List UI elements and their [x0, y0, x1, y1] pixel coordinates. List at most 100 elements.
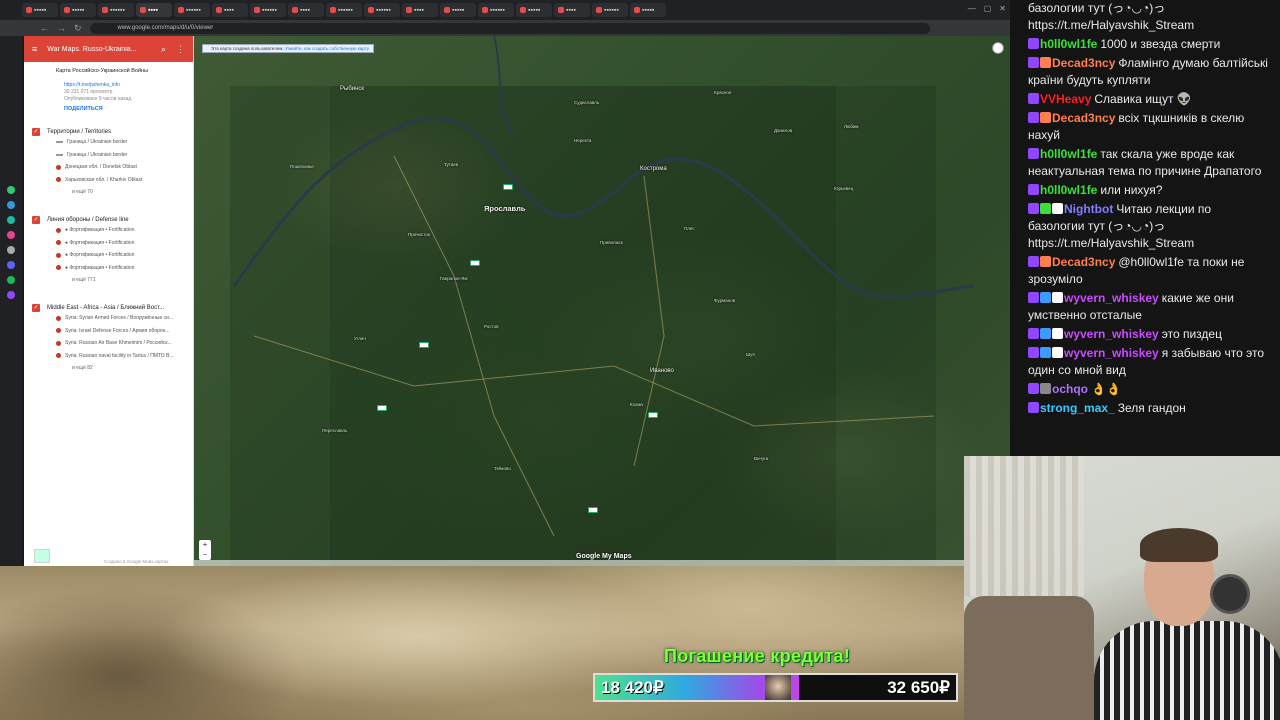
- more-vert-icon[interactable]: ⋮: [176, 44, 185, 55]
- layer-item[interactable]: Граница / Ukrainian border: [56, 136, 185, 149]
- minimize-icon[interactable]: —: [968, 4, 976, 13]
- town-label[interactable]: Нерехта: [574, 138, 591, 143]
- chat-username[interactable]: VVHeavy: [1040, 92, 1091, 106]
- town-label[interactable]: Красное: [714, 90, 731, 95]
- browser-tab[interactable]: ▪▪▪▪▪: [630, 3, 666, 17]
- zoom-out-button[interactable]: −: [199, 550, 211, 560]
- map-info-link[interactable]: https://t.me/pshenka_info: [64, 82, 185, 89]
- extension-icon[interactable]: [7, 276, 15, 284]
- town-label[interactable]: Шуя: [746, 352, 755, 357]
- layer-header[interactable]: ✓ Линия обороны / Defense line: [32, 216, 185, 224]
- browser-tab[interactable]: ▪▪▪▪▪: [440, 3, 476, 17]
- extension-icon[interactable]: [7, 291, 15, 299]
- maximize-icon[interactable]: ▢: [984, 4, 992, 13]
- browser-tab[interactable]: ▪▪▪▪▪▪: [98, 3, 134, 17]
- chat-username[interactable]: Decad3ncy: [1052, 56, 1115, 70]
- browser-tab[interactable]: ▪▪▪▪▪: [22, 3, 58, 17]
- layer-checkbox[interactable]: ✓: [32, 216, 40, 224]
- chat-username[interactable]: wyvern_whiskey: [1064, 291, 1159, 305]
- town-label[interactable]: Пошехонье: [290, 164, 314, 169]
- back-icon[interactable]: ←: [40, 23, 49, 33]
- basemap-thumbnail[interactable]: [34, 549, 50, 563]
- browser-tab[interactable]: ▪▪▪▪▪: [516, 3, 552, 17]
- chat-username[interactable]: h0ll0wl1fe: [1040, 147, 1097, 161]
- town-label[interactable]: Фурманов: [714, 298, 735, 303]
- chat-username[interactable]: strong_max_: [1040, 401, 1115, 415]
- town-label[interactable]: Кохма: [630, 402, 643, 407]
- town-label[interactable]: Углич: [354, 336, 366, 341]
- layer-item[interactable]: Syria: Israel Defense Forces / Армия обо…: [56, 325, 185, 338]
- town-label[interactable]: Приволжск: [600, 240, 623, 245]
- layer-more-link[interactable]: и ещё 771: [72, 274, 185, 286]
- layer-item[interactable]: Syria: Russian Air Base Khmeimim / Росси…: [56, 337, 185, 350]
- map-canvas[interactable]: Эта карта создана пользователем. Узнайте…: [194, 36, 1010, 566]
- url-field[interactable]: www.google.com/maps/d/u/0/viewer: [89, 22, 930, 34]
- browser-tab[interactable]: ▪▪▪▪: [402, 3, 438, 17]
- browser-tab[interactable]: ▪▪▪▪▪▪: [326, 3, 362, 17]
- town-label[interactable]: Юрьевец: [834, 186, 853, 191]
- town-label[interactable]: Плёс: [684, 226, 695, 231]
- town-label[interactable]: Судиславль: [574, 100, 599, 105]
- notice-link[interactable]: Узнайте, как создать собственную карту: [285, 46, 369, 51]
- locate-button[interactable]: [992, 42, 1004, 54]
- chat-username[interactable]: Nightbot: [1064, 202, 1113, 216]
- layer-item[interactable]: Syria: Syrian Armed Forces / Вооружённые…: [56, 312, 185, 325]
- chat-username[interactable]: h0ll0wl1fe: [1040, 183, 1097, 197]
- extension-icon[interactable]: [7, 216, 15, 224]
- browser-tab[interactable]: ▪▪▪▪▪▪: [174, 3, 210, 17]
- extension-icon[interactable]: [7, 186, 15, 194]
- browser-tab[interactable]: ▪▪▪▪: [554, 3, 590, 17]
- town-label[interactable]: Тейково: [494, 466, 511, 471]
- layer-item[interactable]: Харьковская обл. / Kharkiv Oblast: [56, 174, 185, 187]
- browser-tab[interactable]: ▪▪▪▪: [136, 3, 172, 17]
- browser-tab[interactable]: ▪▪▪▪▪▪: [250, 3, 286, 17]
- town-label[interactable]: Пречистое: [408, 232, 430, 237]
- chat-username[interactable]: wyvern_whiskey: [1064, 327, 1159, 341]
- town-label[interactable]: Данилов: [774, 128, 792, 133]
- extension-icon[interactable]: [7, 246, 15, 254]
- layer-checkbox[interactable]: ✓: [32, 304, 40, 312]
- extension-icon[interactable]: [7, 201, 15, 209]
- chat-username[interactable]: Decad3ncy: [1052, 111, 1115, 125]
- city-label[interactable]: Ярославль: [484, 204, 525, 213]
- close-icon[interactable]: ✕: [999, 4, 1006, 13]
- layer-item[interactable]: ● Фортификация • Fortification: [56, 237, 185, 250]
- layer-item[interactable]: Syria: Russian naval facility in Tartus …: [56, 350, 185, 363]
- chat-username[interactable]: h0ll0wl1fe: [1040, 37, 1097, 51]
- layer-item[interactable]: ● Фортификация • Fortification: [56, 224, 185, 237]
- chat-username[interactable]: wyvern_whiskey: [1064, 346, 1159, 360]
- town-label[interactable]: Любим: [844, 124, 859, 129]
- reload-icon[interactable]: ↻: [74, 23, 82, 34]
- town-label[interactable]: Ростов: [484, 324, 498, 329]
- search-icon[interactable]: ⌕: [161, 44, 166, 55]
- layer-header[interactable]: ✓ Middle East - Africa - Asia / Ближний В…: [32, 304, 185, 312]
- layer-item[interactable]: ● Фортификация • Fortification: [56, 249, 185, 262]
- city-label[interactable]: Иваново: [650, 368, 674, 374]
- layer-checkbox[interactable]: ✓: [32, 128, 40, 136]
- town-label[interactable]: Переславль: [322, 428, 347, 433]
- city-label[interactable]: Кострома: [640, 166, 667, 172]
- town-label[interactable]: Тутаев: [444, 162, 458, 167]
- town-label[interactable]: Вичуга: [754, 456, 768, 461]
- layer-item[interactable]: Донецкая обл. / Donetsk Oblast: [56, 161, 185, 174]
- layer-more-link[interactable]: и ещё 82: [72, 362, 185, 374]
- browser-tab[interactable]: ▪▪▪▪▪▪: [364, 3, 400, 17]
- browser-tab[interactable]: ▪▪▪▪: [212, 3, 248, 17]
- layer-more-link[interactable]: и ещё 70: [72, 186, 185, 198]
- menu-icon[interactable]: ≡: [32, 44, 37, 54]
- layer-item[interactable]: Граница / Ukrainian border: [56, 149, 185, 162]
- chat-username[interactable]: Decad3ncy: [1052, 255, 1115, 269]
- town-label[interactable]: Гаврилов-Ям: [440, 276, 468, 281]
- forward-icon[interactable]: →: [57, 23, 66, 33]
- extension-icon[interactable]: [7, 261, 15, 269]
- layer-item[interactable]: ● Фортификация • Fortification: [56, 262, 185, 275]
- browser-tab[interactable]: ▪▪▪▪▪▪: [592, 3, 628, 17]
- browser-tab[interactable]: ▪▪▪▪▪▪: [478, 3, 514, 17]
- browser-tab[interactable]: ▪▪▪▪▪: [60, 3, 96, 17]
- layer-header[interactable]: ✓ Территории / Territories: [32, 128, 185, 136]
- chat-username[interactable]: ochqo: [1052, 382, 1088, 396]
- extension-icon[interactable]: [7, 231, 15, 239]
- city-label[interactable]: Рыбинск: [340, 86, 364, 92]
- browser-tab[interactable]: ▪▪▪▪: [288, 3, 324, 17]
- zoom-in-button[interactable]: +: [199, 540, 211, 550]
